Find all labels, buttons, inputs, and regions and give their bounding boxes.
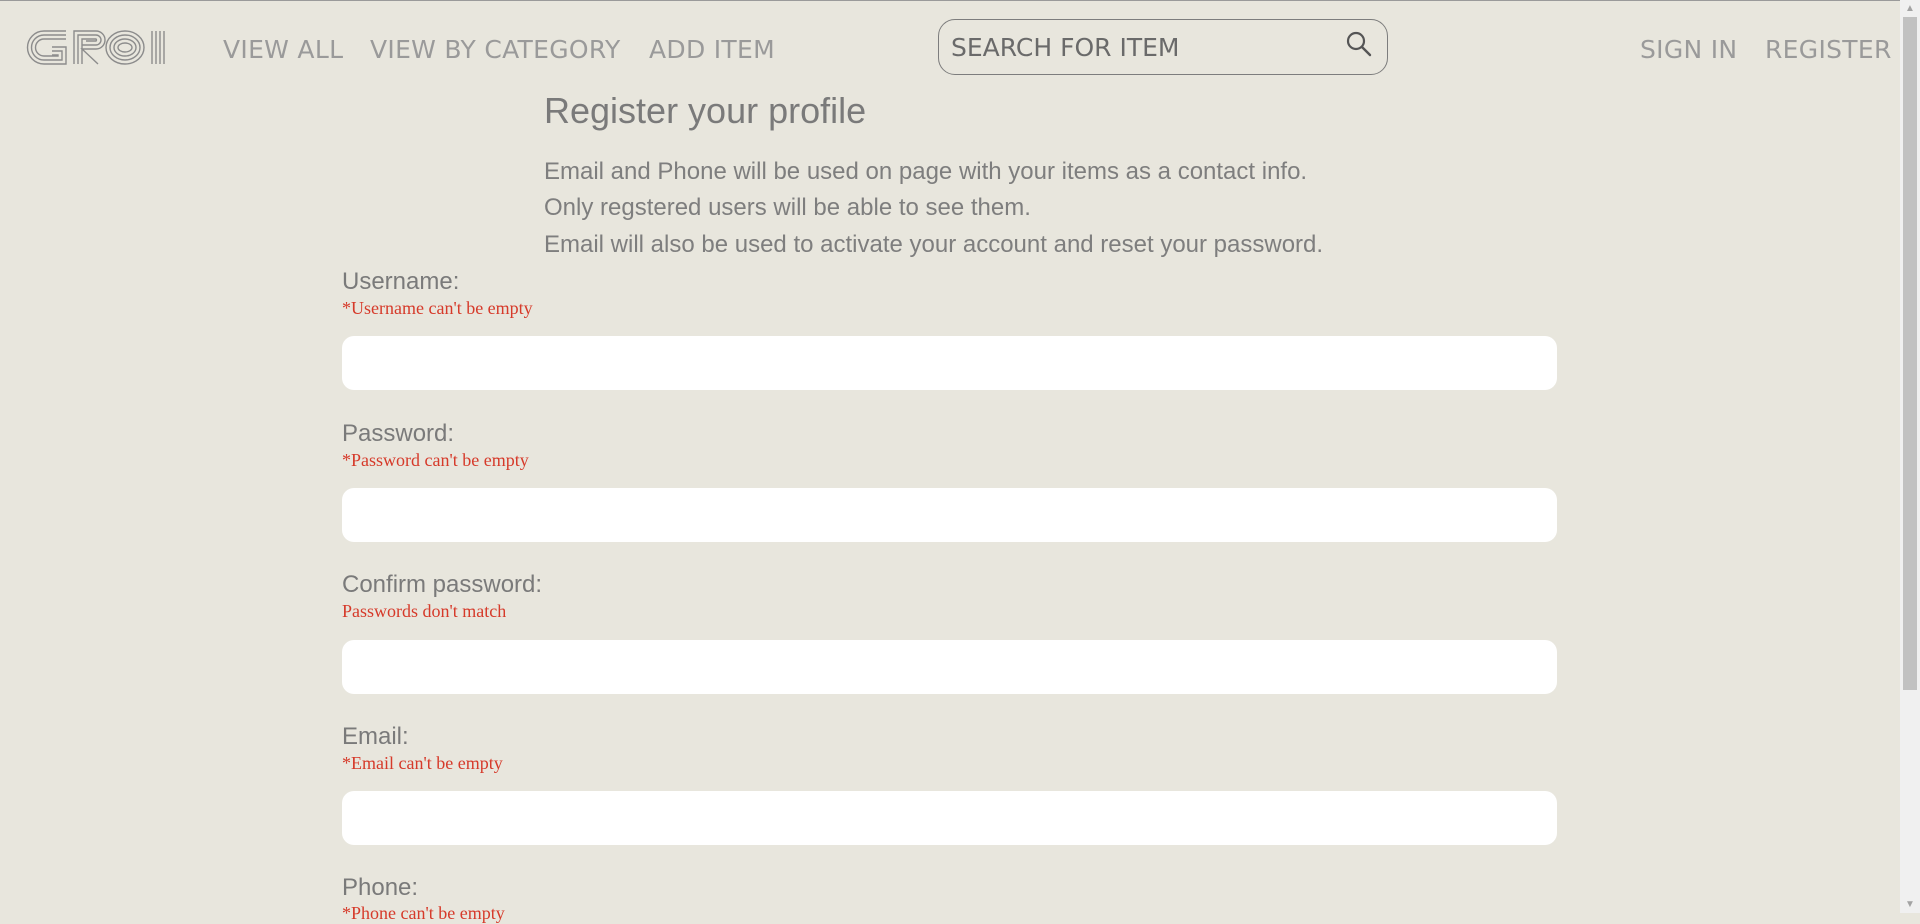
search-icon[interactable] <box>1345 30 1373 58</box>
email-label: Email: <box>342 723 409 750</box>
intro-line: Email will also be used to activate your… <box>544 231 1324 258</box>
page-title: Register your profile <box>544 90 867 131</box>
groi-logo[interactable] <box>26 25 170 70</box>
search-input[interactable] <box>951 30 1331 64</box>
scroll-down-arrow-icon[interactable]: ▼ <box>1900 896 1920 913</box>
confirm-password-label: Confirm password: <box>342 571 543 598</box>
nav-sign-in[interactable]: SIGN IN <box>1640 35 1737 64</box>
nav-register[interactable]: REGISTER <box>1765 35 1892 64</box>
nav-view-all[interactable]: VIEW ALL <box>223 35 343 64</box>
site-header: VIEW ALL VIEW BY CATEGORY ADD ITEM SIGN … <box>0 1 1900 91</box>
username-field[interactable] <box>342 336 1557 390</box>
phone-error: *Phone can't be empty <box>342 903 505 923</box>
scroll-up-arrow-icon[interactable]: ▲ <box>1900 0 1920 17</box>
logo-graphic <box>26 30 165 65</box>
password-label: Password: <box>342 420 455 447</box>
password-error: *Password can't be empty <box>342 450 529 470</box>
username-label: Username: <box>342 268 460 295</box>
vertical-scrollbar[interactable]: ▲ ▼ <box>1900 0 1920 913</box>
email-field[interactable] <box>342 791 1557 845</box>
username-error: *Username can't be empty <box>342 298 533 318</box>
intro-line: Only regstered users will be able to see… <box>544 194 1031 221</box>
scrollbar-thumb[interactable] <box>1903 17 1917 690</box>
search-box <box>938 19 1388 75</box>
password-field[interactable] <box>342 488 1557 542</box>
nav-view-by-category[interactable]: VIEW BY CATEGORY <box>370 35 621 64</box>
confirm-password-field[interactable] <box>342 640 1557 694</box>
nav-add-item[interactable]: ADD ITEM <box>649 35 775 64</box>
intro-line: Email and Phone will be used on page wit… <box>544 158 1308 185</box>
email-error: *Email can't be empty <box>342 753 503 773</box>
confirm-password-error: Passwords don't match <box>342 601 507 621</box>
phone-label: Phone: <box>342 874 419 901</box>
